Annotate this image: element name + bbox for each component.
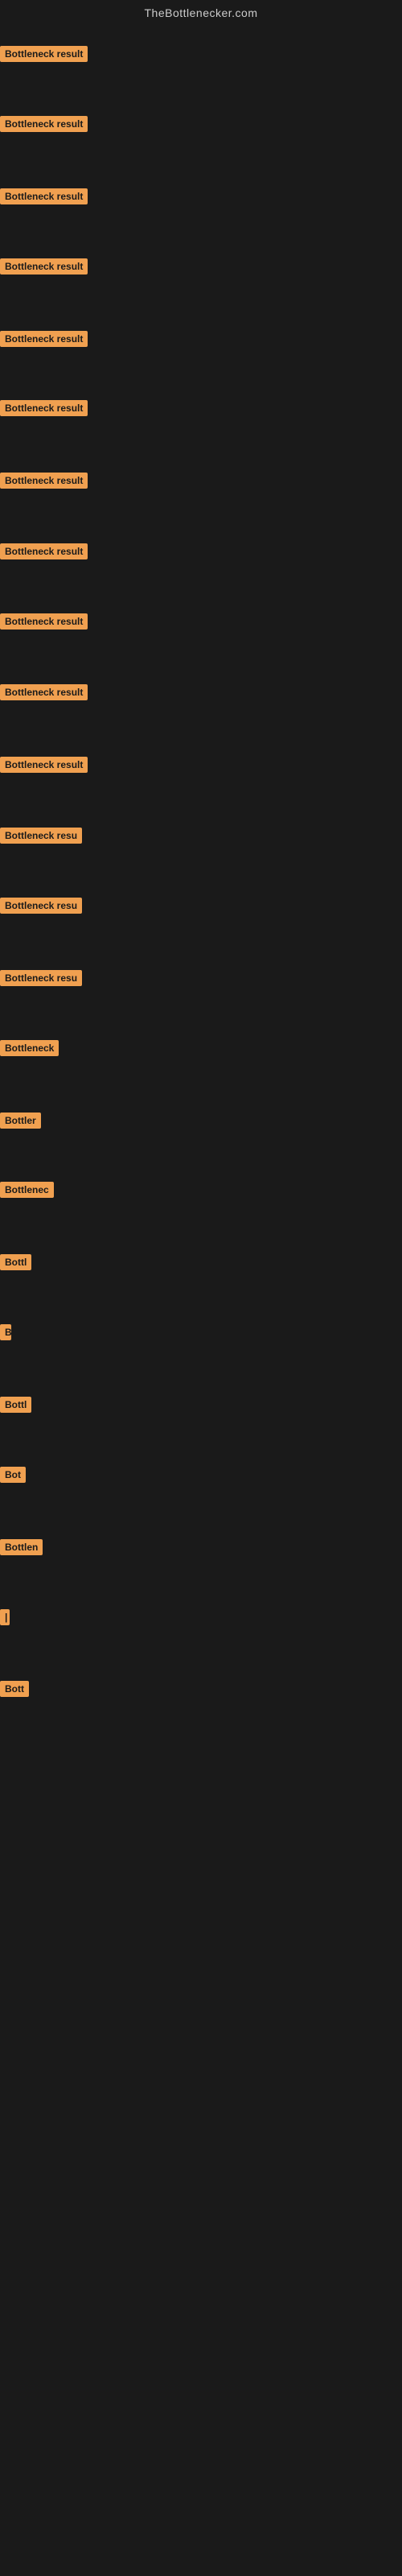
bottleneck-result-item: Bottleneck result: [0, 331, 88, 351]
bottleneck-badge: Bottleneck resu: [0, 970, 82, 986]
bottleneck-badge: Bottleneck result: [0, 331, 88, 347]
bottleneck-badge: Bottlen: [0, 1539, 43, 1555]
bottleneck-badge: |: [0, 1609, 10, 1625]
bottleneck-result-item: Bottleneck result: [0, 757, 88, 777]
bottleneck-result-item: Bottl: [0, 1254, 31, 1274]
bottleneck-badge: Bottleneck result: [0, 258, 88, 275]
bottleneck-result-item: B: [0, 1324, 11, 1344]
bottleneck-result-item: Bottler: [0, 1113, 41, 1133]
bottleneck-badge: Bottleneck result: [0, 757, 88, 773]
bottleneck-result-item: Bottleneck resu: [0, 828, 82, 848]
bottleneck-badge: Bottleneck resu: [0, 898, 82, 914]
bottleneck-result-item: Bottleneck result: [0, 613, 88, 634]
bottleneck-badge: B: [0, 1324, 11, 1340]
bottleneck-result-item: Bottleneck result: [0, 543, 88, 564]
bottleneck-badge: Bottleneck result: [0, 684, 88, 700]
bottleneck-result-item: Bottleneck result: [0, 400, 88, 420]
bottleneck-badge: Bot: [0, 1467, 26, 1483]
bottleneck-result-item: Bottleneck result: [0, 473, 88, 493]
bottleneck-result-item: Bottleneck resu: [0, 898, 82, 918]
bottleneck-result-item: Bottleneck result: [0, 46, 88, 66]
bottleneck-badge: Bottleneck result: [0, 116, 88, 132]
bottleneck-result-item: Bottleneck result: [0, 684, 88, 704]
bottleneck-result-item: Bottleneck: [0, 1040, 59, 1060]
bottleneck-result-item: Bott: [0, 1681, 29, 1701]
bottleneck-result-item: Bottl: [0, 1397, 31, 1417]
bottleneck-badge: Bottlenec: [0, 1182, 54, 1198]
bottleneck-badge: Bottleneck result: [0, 188, 88, 204]
bottleneck-badge: Bottleneck resu: [0, 828, 82, 844]
bottleneck-result-item: Bottlenec: [0, 1182, 54, 1202]
bottleneck-result-item: Bottleneck result: [0, 116, 88, 136]
bottleneck-badge: Bott: [0, 1681, 29, 1697]
bottleneck-result-item: Bottleneck result: [0, 188, 88, 208]
bottleneck-result-item: Bottleneck result: [0, 258, 88, 279]
bottleneck-badge: Bottl: [0, 1254, 31, 1270]
bottleneck-badge: Bottleneck: [0, 1040, 59, 1056]
bottleneck-result-item: Bottlen: [0, 1539, 43, 1559]
bottleneck-result-item: |: [0, 1609, 10, 1629]
bottleneck-badge: Bottler: [0, 1113, 41, 1129]
bottleneck-badge: Bottleneck result: [0, 613, 88, 630]
bottleneck-result-item: Bot: [0, 1467, 26, 1487]
site-title: TheBottlenecker.com: [0, 0, 402, 23]
bottleneck-result-item: Bottleneck resu: [0, 970, 82, 990]
bottleneck-badge: Bottleneck result: [0, 46, 88, 62]
bottleneck-badge: Bottl: [0, 1397, 31, 1413]
bottleneck-badge: Bottleneck result: [0, 543, 88, 559]
bottleneck-badge: Bottleneck result: [0, 473, 88, 489]
bottleneck-badge: Bottleneck result: [0, 400, 88, 416]
